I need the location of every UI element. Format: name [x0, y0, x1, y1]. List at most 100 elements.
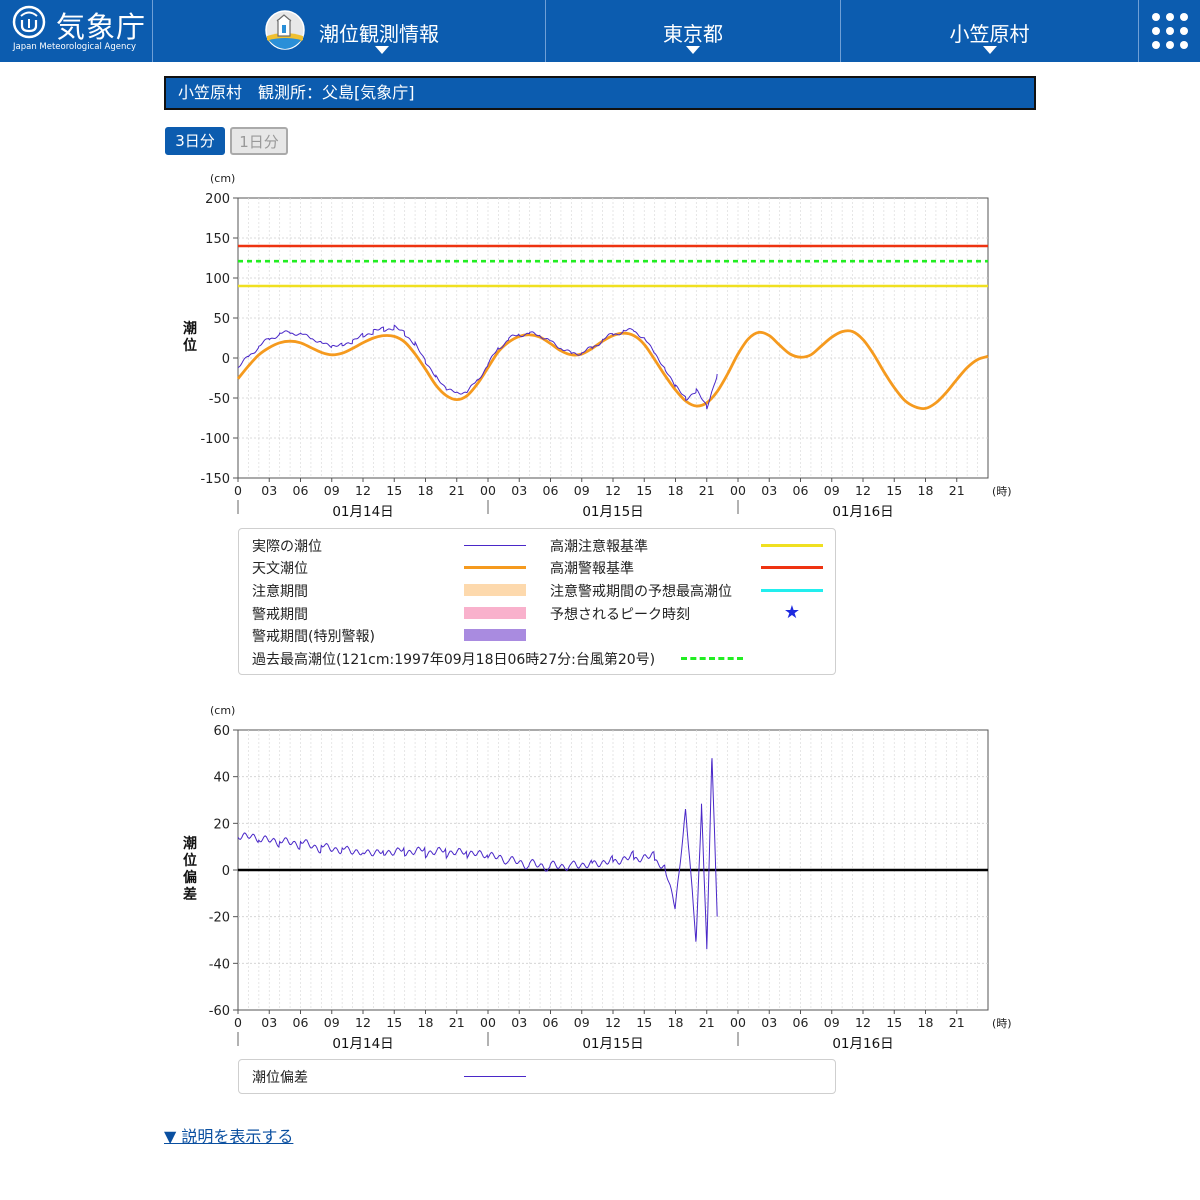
- legend-label: 注意期間: [252, 584, 308, 600]
- x-tick-label: 06: [293, 483, 309, 498]
- x-tick-label: 21: [449, 483, 465, 498]
- x-tick-label: 15: [636, 1015, 652, 1030]
- legend-swatch-line: [464, 566, 526, 569]
- nav-prefecture[interactable]: 東京都: [545, 0, 840, 62]
- legend-label: 潮位偏差: [252, 1070, 308, 1086]
- tide-anomaly-chart: -60 -40 -20 0 20 40 60 (cm) 潮位偏差 0 03 06 09 12 15 18 21 0…: [183, 704, 1012, 1052]
- y-tick-label: -40: [209, 957, 230, 972]
- legend-swatch-line: [761, 566, 823, 569]
- x-tick-label: 03: [761, 483, 777, 498]
- legend-label: 警戒期間: [252, 607, 308, 623]
- y-tick-label: 100: [205, 272, 230, 287]
- legend-swatch-band: [464, 607, 526, 619]
- x-tick-label: 03: [511, 483, 527, 498]
- y-tick-label: 20: [213, 817, 230, 832]
- legend-label: 注意警戒期間の予想最高潮位: [550, 584, 732, 600]
- y-axis-label-char: 潮: [183, 835, 197, 852]
- x-tick-label: 18: [918, 1015, 934, 1030]
- date-label: 01月16日: [832, 1036, 893, 1052]
- y-axis-label: 潮位偏差: [183, 835, 197, 903]
- x-tick-label: 09: [324, 483, 340, 498]
- tide-level-chart: -150 -100 -50 0 50 100 150 200 (cm) 潮位 0 03 06 09 12 15…: [183, 172, 1012, 520]
- y-tick-label: -50: [209, 392, 230, 407]
- grid-menu-icon: [1152, 13, 1188, 49]
- tab-1-day[interactable]: 1日分: [230, 127, 288, 155]
- x-tick-label: 09: [574, 483, 590, 498]
- x-tick-label: 12: [355, 483, 371, 498]
- nav-tide-observation[interactable]: 潮位観測情報: [152, 0, 545, 62]
- x-tick-label: 0: [234, 1015, 242, 1030]
- x-tick-label: 18: [418, 483, 434, 498]
- nav-municipality[interactable]: 小笠原村: [840, 0, 1138, 62]
- chevron-down-icon: [375, 46, 389, 54]
- x-tick-label: 0: [234, 483, 242, 498]
- date-label: 01月15日: [582, 504, 643, 520]
- x-tick-label: 12: [355, 1015, 371, 1030]
- chevron-down-icon: [982, 46, 997, 54]
- y-axis-label-char: 偏: [183, 869, 197, 886]
- x-tick-label: 00: [730, 483, 746, 498]
- logo-kanji: 気象庁: [56, 10, 147, 44]
- x-tick-label: 03: [761, 1015, 777, 1030]
- x-tick-label: 18: [668, 1015, 684, 1030]
- x-tick-label: 09: [574, 1015, 590, 1030]
- menu-button[interactable]: [1138, 0, 1200, 62]
- x-tick-label: 15: [886, 483, 902, 498]
- x-tick-label: 21: [949, 1015, 965, 1030]
- y-unit-label: (cm): [210, 704, 235, 717]
- tab-3-days[interactable]: 3日分: [165, 127, 225, 155]
- date-label: 01月15日: [582, 1036, 643, 1052]
- legend-label: 過去最高潮位(121cm:1997年09月18日06時27分:台風第20号): [252, 652, 656, 668]
- x-tick-label: 09: [824, 1015, 840, 1030]
- legend-swatch-line: [761, 544, 823, 547]
- y-axis-label-char: 位: [183, 337, 197, 354]
- x-tick-label: 12: [605, 1015, 621, 1030]
- logo-english: Japan Meteorological Agency: [13, 42, 137, 52]
- legend-label: 高潮注意報基準: [550, 539, 648, 555]
- jma-logo[interactable]: 気象庁 Japan Meteorological Agency: [0, 0, 152, 62]
- jma-logo-icon: [12, 5, 46, 39]
- x-tick-label: 03: [511, 1015, 527, 1030]
- x-tick-label: 21: [449, 1015, 465, 1030]
- y-tick-label: -100: [200, 432, 230, 447]
- x-tick-label: 00: [730, 1015, 746, 1030]
- y-axis-label-char: 潮: [183, 320, 197, 337]
- x-tick-label: 15: [636, 483, 652, 498]
- x-tick-label: 06: [293, 1015, 309, 1030]
- y-tick-label: -20: [209, 911, 230, 926]
- nav-label-prefecture: 東京都: [663, 22, 723, 46]
- date-label: 01月14日: [332, 504, 393, 520]
- y-axis-label-char: 位: [183, 852, 197, 869]
- x-tick-label: 18: [918, 483, 934, 498]
- station-title: 小笠原村 観測所：父島[気象庁]: [164, 76, 1036, 110]
- legend-swatch-line: [464, 545, 526, 546]
- show-explanation-link[interactable]: ▼ 説明を表示する: [164, 1123, 293, 1147]
- x-tick-label: 00: [480, 1015, 496, 1030]
- legend-label: 警戒期間(特別警報): [252, 629, 375, 645]
- tide-legend: 実際の潮位 天文潮位 注意期間 警戒期間 警戒期間(特別警報) 高潮注意報基準 高潮警報基準…: [238, 528, 836, 675]
- legend-swatch-band: [464, 629, 526, 641]
- y-tick-label: 0: [222, 352, 230, 367]
- nav-label-tide: 潮位観測情報: [319, 22, 439, 46]
- x-tick-label: 21: [699, 483, 715, 498]
- y-tick-label: 0: [222, 864, 230, 879]
- x-tick-label: 03: [261, 1015, 277, 1030]
- x-tick-label: 06: [793, 1015, 809, 1030]
- x-tick-label: 15: [386, 483, 402, 498]
- x-tick-label: 06: [543, 1015, 559, 1030]
- x-unit-label: (時): [992, 1017, 1012, 1030]
- x-tick-label: 21: [699, 1015, 715, 1030]
- y-tick-label: 40: [213, 771, 230, 786]
- x-tick-label: 06: [543, 483, 559, 498]
- x-tick-label: 15: [886, 1015, 902, 1030]
- date-label: 01月14日: [332, 1036, 393, 1052]
- legend-label: 天文潮位: [252, 561, 308, 577]
- x-tick-label: 18: [668, 483, 684, 498]
- y-tick-label: 200: [205, 192, 230, 207]
- x-tick-label: 00: [480, 483, 496, 498]
- x-tick-label: 12: [855, 1015, 871, 1030]
- legend-swatch-band: [464, 584, 526, 596]
- y-tick-label: -60: [209, 1004, 230, 1019]
- date-label: 01月16日: [832, 504, 893, 520]
- legend-swatch-dashed: [681, 657, 743, 660]
